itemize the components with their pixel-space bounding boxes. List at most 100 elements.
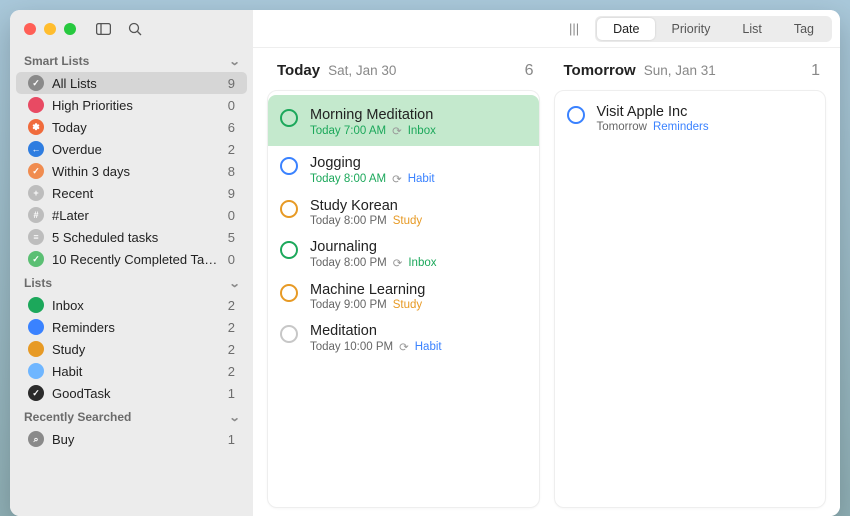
task-card: Visit Apple IncTomorrowReminders <box>554 90 827 508</box>
task-card: Morning Meditation Today 7:00 AM ⟳ Inbox Jog… <box>267 90 540 508</box>
task-meta: TomorrowReminders <box>597 121 709 133</box>
close-button[interactable] <box>24 23 36 35</box>
task-row[interactable]: Study KoreanToday 8:00 PM Study <box>268 189 539 230</box>
task-when: Today 8:00 PM <box>310 215 387 227</box>
sidebar-item-count: 0 <box>228 252 235 267</box>
sidebar-item[interactable]: ✓ All Lists 9 <box>16 72 247 94</box>
section-title: Recently Searched <box>24 410 131 424</box>
sidebar-item[interactable]: ⌕Buy1 <box>16 428 247 450</box>
sidebar-item[interactable]: ≡ 5 Scheduled tasks 5 <box>16 226 247 248</box>
sidebar-item[interactable]: ←Overdue2 <box>16 138 247 160</box>
chevron-down-icon: ⌄ <box>228 277 240 290</box>
column-header: TodaySat, Jan 306 <box>267 56 540 90</box>
zoom-button[interactable] <box>64 23 76 35</box>
complete-ring[interactable] <box>280 200 298 218</box>
task-when: Today 8:00 PM <box>310 257 387 269</box>
sidebar-item[interactable]: ✓10 Recently Completed Tasks0 <box>16 248 247 270</box>
sidebar-item-label: Overdue <box>52 142 220 157</box>
task-name: Morning Meditation <box>310 107 436 123</box>
sidebar-item-count: 0 <box>228 208 235 223</box>
columns-icon[interactable]: ||| <box>563 21 585 36</box>
sidebar-item-count: 9 <box>228 76 235 91</box>
segment-list[interactable]: List <box>726 18 777 40</box>
segment-tag[interactable]: Tag <box>778 18 830 40</box>
column-date: Sun, Jan 31 <box>644 63 716 78</box>
complete-ring[interactable] <box>280 157 298 175</box>
segment-priority[interactable]: Priority <box>655 18 726 40</box>
sidebar-item-label: Inbox <box>52 298 220 313</box>
day-column: TomorrowSun, Jan 311Visit Apple IncTomor… <box>554 56 827 508</box>
sidebar-item-count: 1 <box>228 432 235 447</box>
task-row[interactable]: Machine LearningToday 9:00 PM Study <box>268 273 539 314</box>
chevron-down-icon: ⌄ <box>228 55 240 68</box>
task-meta: Today 8:00 PM⟳Inbox <box>310 256 437 270</box>
task-row[interactable]: Visit Apple IncTomorrowReminders <box>555 95 826 136</box>
sidebar-item[interactable]: Habit2 <box>16 360 247 382</box>
column-title: Tomorrow <box>564 62 636 79</box>
task-when: Today 7:00 AM <box>310 125 386 137</box>
sidebar-item-count: 5 <box>228 230 235 245</box>
sidebar-item[interactable]: Inbox2 <box>16 294 247 316</box>
sidebar-item-count: 0 <box>228 98 235 113</box>
minimize-button[interactable] <box>44 23 56 35</box>
list-icon: ✓ <box>28 75 44 91</box>
sidebar-item-count: 2 <box>228 320 235 335</box>
sidebar-item[interactable]: ##Later0 <box>16 204 247 226</box>
sidebar-item-count: 1 <box>228 386 235 401</box>
sidebar-item[interactable]: ✽Today6 <box>16 116 247 138</box>
sidebar-item[interactable]: High Priorities 0 <box>16 94 247 116</box>
sidebar-item-count: 6 <box>228 120 235 135</box>
complete-ring[interactable] <box>280 109 298 127</box>
sidebar-item-count: 2 <box>228 342 235 357</box>
task-list: Study <box>393 215 422 227</box>
task-list: Habit <box>415 341 442 353</box>
task-name: Machine Learning <box>310 282 425 298</box>
section-title: Smart Lists <box>24 54 89 68</box>
sidebar-item[interactable]: +Recent9 <box>16 182 247 204</box>
task-meta: Today 10:00 PM ⟳ Habit <box>310 340 442 354</box>
task-name: Study Korean <box>310 198 422 214</box>
task-when: Today 10:00 PM <box>310 341 393 353</box>
sidebar-item[interactable]: Reminders2 <box>16 316 247 338</box>
task-info: JournalingToday 8:00 PM⟳Inbox <box>310 239 437 270</box>
titlebar <box>10 10 253 48</box>
task-name: Journaling <box>310 239 437 255</box>
sidebar-item-label: GoodTask <box>52 386 220 401</box>
task-list: Study <box>393 299 422 311</box>
complete-ring[interactable] <box>280 241 298 259</box>
column-title: Today <box>277 62 320 79</box>
sidebar-section-header[interactable]: Lists⌄ <box>10 270 253 294</box>
complete-ring[interactable] <box>567 106 585 124</box>
list-icon: ✓ <box>28 385 44 401</box>
complete-ring[interactable] <box>280 325 298 343</box>
sidebar-item-label: High Priorities <box>52 98 220 113</box>
complete-ring[interactable] <box>280 284 298 302</box>
task-row[interactable]: Morning MeditationToday 7:00 AM⟳Inbox <box>268 95 539 146</box>
sidebar-item-count: 9 <box>228 186 235 201</box>
task-row[interactable]: MeditationToday 10:00 PM⟳Habit <box>268 314 539 357</box>
toolbar: ||| DatePriorityListTag <box>253 10 840 48</box>
task-row[interactable]: JoggingToday 8:00 AM⟳Habit <box>268 146 539 189</box>
day-column: TodaySat, Jan 306 Morning Meditation Today… <box>267 56 540 508</box>
search-icon[interactable] <box>127 22 142 37</box>
sidebar-item-count: 8 <box>228 164 235 179</box>
task-row[interactable]: JournalingToday 8:00 PM⟳Inbox <box>268 230 539 273</box>
sidebar-item[interactable]: Study2 <box>16 338 247 360</box>
column-header: TomorrowSun, Jan 311 <box>554 56 827 90</box>
repeat-icon: ⟳ <box>399 340 409 354</box>
sidebar-item[interactable]: ✓Within 3 days8 <box>16 160 247 182</box>
segment-date[interactable]: Date <box>597 18 655 40</box>
list-icon: ≡ <box>28 229 44 245</box>
column-count: 6 <box>525 62 534 80</box>
sidebar-section-header[interactable]: Recently Searched⌄ <box>10 404 253 428</box>
sidebar-toggle-icon[interactable] <box>96 22 111 37</box>
sidebar-item[interactable]: ✓ GoodTask 1 <box>16 382 247 404</box>
sidebar-item-label: 5 Scheduled tasks <box>52 230 220 245</box>
sidebar-item-label: #Later <box>52 208 220 223</box>
sidebar-item-label: All Lists <box>52 76 220 91</box>
task-when: Today 8:00 AM <box>310 173 386 185</box>
task-when: Today 9:00 PM <box>310 299 387 311</box>
list-icon <box>28 97 44 113</box>
sidebar-section-header[interactable]: Smart Lists ⌄ <box>10 48 253 72</box>
task-list: Inbox <box>408 125 436 137</box>
